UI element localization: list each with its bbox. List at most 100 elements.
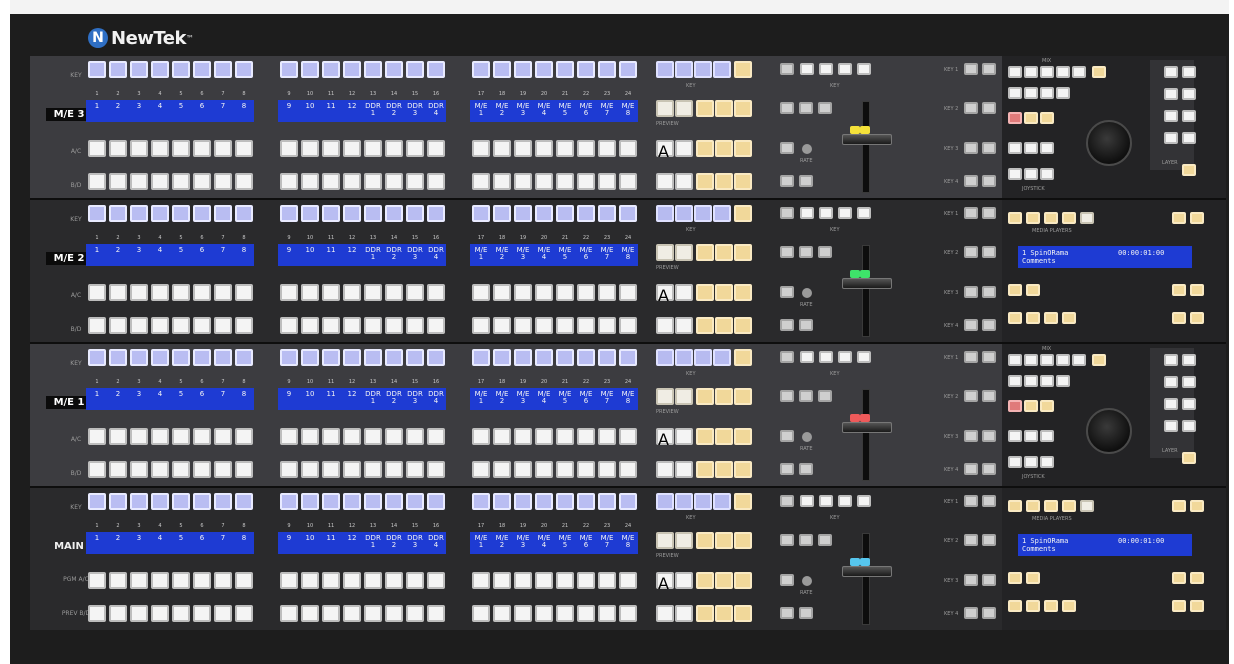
mix-button-2[interactable]	[1008, 87, 1022, 99]
transport-button[interactable]	[1044, 312, 1058, 324]
key-source-button[interactable]	[514, 493, 532, 510]
bd-transition-button[interactable]	[734, 173, 752, 190]
bd-source-button[interactable]	[493, 605, 511, 622]
keypad-button-2[interactable]	[1182, 88, 1196, 100]
bd-source-button[interactable]	[130, 317, 148, 334]
bd-transition-button[interactable]	[696, 173, 714, 190]
bd-delegate-d[interactable]	[675, 173, 693, 190]
delegate-key-button[interactable]	[694, 349, 712, 366]
ac-source-button[interactable]	[427, 572, 445, 589]
bd-source-button[interactable]	[343, 605, 361, 622]
key-source-button[interactable]	[514, 61, 532, 78]
ac-source-button[interactable]	[235, 428, 253, 445]
take-button[interactable]	[780, 607, 794, 619]
bd-source-button[interactable]	[619, 461, 637, 478]
positioner-joystick[interactable]	[1086, 120, 1132, 166]
key-source-button[interactable]	[598, 61, 616, 78]
ac-source-button[interactable]	[535, 284, 553, 301]
ac-source-button[interactable]	[364, 140, 382, 157]
bd-source-button[interactable]	[385, 605, 403, 622]
fade-button[interactable]	[780, 430, 794, 442]
ac-source-button[interactable]	[130, 284, 148, 301]
ac-transition-button[interactable]	[715, 284, 733, 301]
bd-source-button[interactable]	[151, 461, 169, 478]
media-right-button-2[interactable]	[1190, 572, 1204, 584]
ac-source-button[interactable]	[364, 284, 382, 301]
key-source-button[interactable]	[280, 205, 298, 222]
mix-gold-button[interactable]	[1024, 112, 1038, 124]
ac-source-button[interactable]	[472, 428, 490, 445]
bd-source-button[interactable]	[577, 317, 595, 334]
ac-source-button[interactable]	[130, 572, 148, 589]
bd-source-button[interactable]	[109, 317, 127, 334]
delegate-key-button[interactable]	[675, 493, 693, 510]
key-source-button[interactable]	[151, 205, 169, 222]
auto-button[interactable]	[799, 463, 813, 475]
bd-source-button[interactable]	[535, 605, 553, 622]
bd-source-button[interactable]	[343, 461, 361, 478]
key-source-button[interactable]	[556, 349, 574, 366]
key-side-button[interactable]	[964, 319, 978, 331]
media-player-button-5[interactable]	[1080, 500, 1094, 512]
bd-source-button[interactable]	[301, 605, 319, 622]
bd-source-button[interactable]	[343, 173, 361, 190]
ac-delegate-a[interactable]: A	[656, 140, 674, 161]
ac-source-button[interactable]	[493, 572, 511, 589]
dsk-number-button[interactable]	[800, 495, 814, 507]
keypad-button-2[interactable]	[1182, 420, 1196, 432]
preview-button-2[interactable]	[675, 532, 693, 549]
key-source-button[interactable]	[535, 493, 553, 510]
joystick-button-2[interactable]	[1024, 168, 1038, 180]
key-source-button[interactable]	[235, 61, 253, 78]
bd-source-button[interactable]	[151, 605, 169, 622]
delegate-key-button[interactable]	[694, 205, 712, 222]
bd-source-button[interactable]	[556, 461, 574, 478]
bd-source-button[interactable]	[235, 461, 253, 478]
ac-source-button[interactable]	[472, 140, 490, 157]
key-side-auto-button[interactable]	[982, 286, 996, 298]
keypad-button-2[interactable]	[1182, 66, 1196, 78]
key-source-button[interactable]	[364, 205, 382, 222]
key-source-button[interactable]	[235, 349, 253, 366]
key-source-button[interactable]	[322, 205, 340, 222]
delegate-extra-button[interactable]	[734, 349, 752, 366]
ac-source-button[interactable]	[151, 284, 169, 301]
ac-delegate-a[interactable]: A	[656, 428, 674, 449]
rate-knob[interactable]	[802, 288, 812, 298]
keypad-button[interactable]	[1164, 354, 1178, 366]
transition-mode-button[interactable]	[818, 390, 832, 402]
ac-source-button[interactable]	[556, 284, 574, 301]
bd-source-button[interactable]	[151, 173, 169, 190]
transport-button[interactable]	[1026, 600, 1040, 612]
ac-delegate-c[interactable]	[675, 572, 693, 589]
dsk-number-button[interactable]	[838, 207, 852, 219]
bd-source-button[interactable]	[556, 605, 574, 622]
ac-delegate-c[interactable]	[675, 140, 693, 157]
key-side-auto-button[interactable]	[982, 142, 996, 154]
delegate-key-button[interactable]	[675, 61, 693, 78]
bd-source-button[interactable]	[322, 173, 340, 190]
mix-extra-button[interactable]	[1092, 354, 1106, 366]
bd-source-button[interactable]	[214, 605, 232, 622]
key-source-button[interactable]	[493, 61, 511, 78]
key-source-button[interactable]	[619, 349, 637, 366]
transition-mode-button[interactable]	[799, 534, 813, 546]
bd-source-button[interactable]	[193, 461, 211, 478]
keypad-button[interactable]	[1164, 132, 1178, 144]
bd-source-button[interactable]	[406, 461, 424, 478]
ac-source-button[interactable]	[514, 572, 532, 589]
key-side-button[interactable]	[964, 207, 978, 219]
ac-source-button[interactable]	[109, 428, 127, 445]
bd-source-button[interactable]	[172, 173, 190, 190]
mix-button-2[interactable]	[1024, 87, 1038, 99]
bd-source-button[interactable]	[427, 317, 445, 334]
ac-source-button[interactable]	[322, 284, 340, 301]
key-source-button[interactable]	[214, 61, 232, 78]
bd-delegate-b[interactable]	[656, 173, 674, 190]
ac-source-button[interactable]	[235, 572, 253, 589]
key-side-auto-button[interactable]	[982, 390, 996, 402]
ac-source-button[interactable]	[109, 572, 127, 589]
take-button[interactable]	[780, 175, 794, 187]
bd-source-button[interactable]	[322, 461, 340, 478]
ac-source-button[interactable]	[343, 572, 361, 589]
